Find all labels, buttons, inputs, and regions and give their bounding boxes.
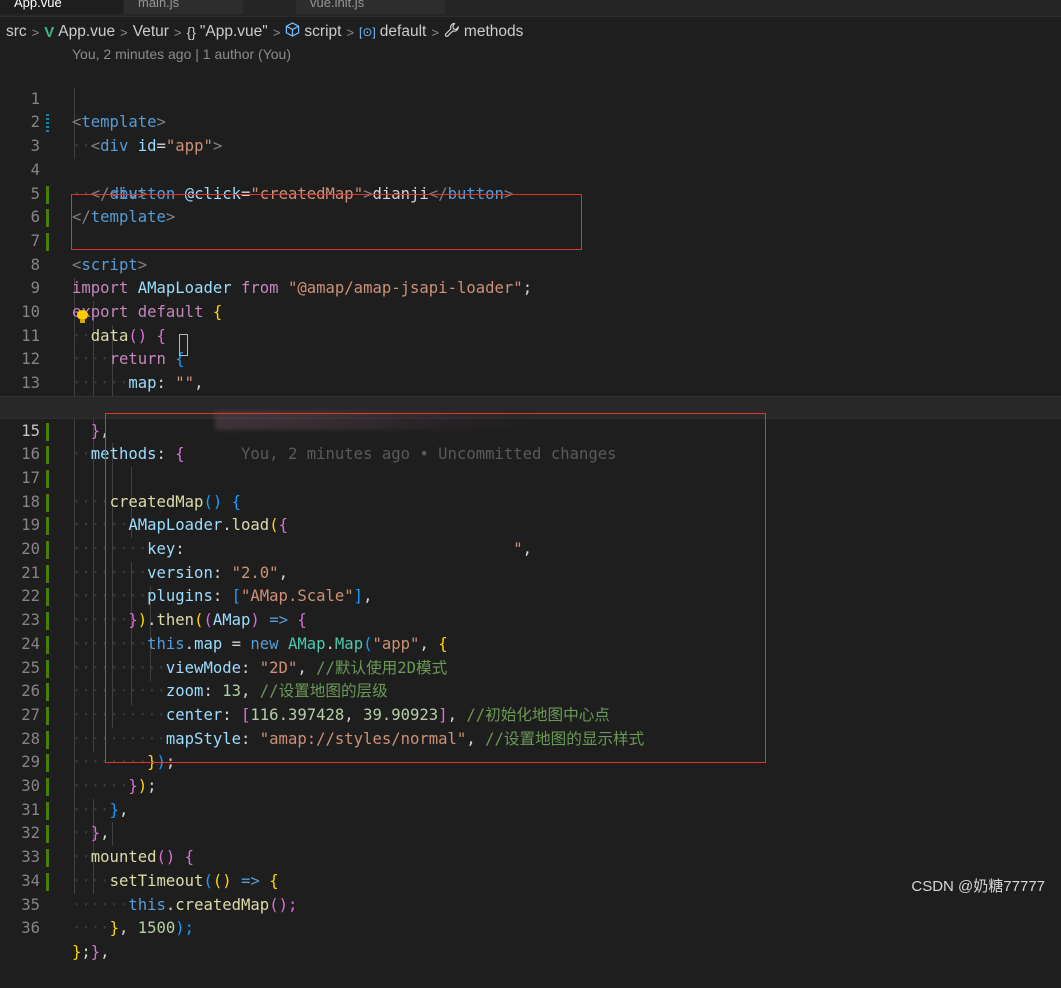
- gutter-added-indicator[interactable]: [46, 683, 49, 702]
- chevron-right-icon: >: [431, 24, 439, 40]
- gutter-added-indicator[interactable]: [46, 801, 49, 820]
- breadcrumb-item-script[interactable]: script: [304, 23, 341, 41]
- gutter-added-indicator[interactable]: [46, 635, 49, 654]
- code-line-16: 16 ····createdMap() {: [0, 420, 1061, 511]
- code-line-1: 1 <template>: [0, 64, 1061, 132]
- code-line-11: 11 ····return {: [0, 301, 1061, 369]
- gutter-added-indicator[interactable]: [46, 754, 49, 773]
- gutter-added-indicator[interactable]: [46, 469, 49, 488]
- chevron-right-icon: >: [173, 24, 182, 40]
- code-line-9: 9 export default {: [0, 254, 1061, 321]
- chevron-right-icon: >: [120, 24, 128, 40]
- code-line-32: 32 ····setTimeout(() => {: [0, 799, 1061, 890]
- cube-icon: [285, 22, 300, 42]
- code-editor[interactable]: 1 <template> 2 ··<div id="app"> 3 ····<b…: [0, 64, 1061, 961]
- gutter-added-indicator[interactable]: [46, 209, 49, 228]
- chevron-right-icon: >: [346, 24, 355, 40]
- code-line-22: 22 ········this.map = new AMap.Map("app"…: [0, 562, 1061, 653]
- code-line-7: 7 import AMapLoader from "@amap/amap-jsa…: [0, 206, 1061, 297]
- chevron-right-icon: >: [31, 24, 40, 40]
- code-line-15-current: 15 ··methods: { You, 2 minutes ago • Unc…: [0, 395, 1061, 463]
- code-line-24: 24 ··········zoom: 13, //设置地图的层级: [0, 609, 1061, 700]
- gutter-added-indicator[interactable]: [46, 422, 49, 441]
- watermark: CSDN @奶糖77777: [911, 878, 1045, 895]
- code-line-5: 5 </template>: [0, 159, 1061, 227]
- code-line-30: 30 ··},: [0, 751, 1061, 842]
- code-line-21: 21 ······}).then((AMap) => {: [0, 538, 1061, 629]
- code-line-31: 31 ··mounted() {: [0, 775, 1061, 866]
- bracket-module-icon: [⊙]: [359, 25, 376, 39]
- code-line-18: 18 ········key: ",: [0, 467, 1061, 558]
- breadcrumb-item-vetur[interactable]: Vetur: [133, 23, 169, 41]
- codelens-blame[interactable]: You, 2 minutes ago | 1 author (You): [72, 46, 291, 62]
- code-line-26: 26 ··········mapStyle: "amap://styles/no…: [0, 657, 1061, 748]
- code-line-36: 36 };: [0, 894, 1061, 961]
- code-line-33: 33 ······this.createdMap();: [0, 822, 1061, 914]
- code-line-23: 23 ··········viewMode: "2D", //默认使用2D模式: [0, 585, 1061, 677]
- code-line-27: 27 ········});: [0, 680, 1061, 771]
- code-line-35: 35 ··},: [0, 870, 1061, 961]
- braces-icon: {}: [186, 24, 196, 40]
- breadcrumb: src > V App.vue > Vetur > {} "App.vue" >…: [6, 21, 523, 43]
- code-text: };: [72, 942, 91, 961]
- breadcrumb-item-methods[interactable]: methods: [464, 23, 523, 41]
- gutter-added-indicator[interactable]: [46, 588, 49, 607]
- editor-tab-bar: App.vue main.js vue.init.js: [0, 0, 1061, 17]
- breadcrumb-item-app-vue-module[interactable]: "App.vue": [200, 23, 268, 41]
- code-line-10: 10 ··data() {: [0, 277, 1061, 345]
- gutter-added-indicator[interactable]: [46, 849, 49, 868]
- gutter-added-indicator[interactable]: [46, 517, 49, 536]
- line-number: 36: [21, 919, 40, 938]
- code-line-14: 14 },: [0, 372, 1061, 440]
- gutter-added-indicator[interactable]: [46, 493, 49, 512]
- code-line-34: 34 ····}, 1500);: [0, 846, 1061, 937]
- breadcrumb-item-app-vue[interactable]: App.vue: [58, 23, 115, 41]
- gutter-added-indicator[interactable]: [46, 659, 49, 678]
- gutter-added-indicator[interactable]: [46, 232, 49, 251]
- wrench-icon: [444, 22, 460, 43]
- chevron-right-icon: >: [272, 24, 281, 40]
- gutter-added-indicator[interactable]: [46, 778, 49, 796]
- code-line-19: 19 ········version: "2.0",: [0, 491, 1061, 582]
- code-line-29: 29 ····},: [0, 728, 1061, 819]
- tab-app-vue[interactable]: App.vue: [0, 0, 124, 14]
- code-text: ····}, 1500);: [72, 919, 195, 938]
- code-line-20: 20 ········plugins: ["AMap.Scale"],: [0, 514, 1061, 605]
- code-line-12: 12 ······map: "",: [0, 325, 1061, 392]
- gutter-added-indicator[interactable]: [46, 706, 49, 725]
- gutter-added-indicator[interactable]: [46, 825, 49, 844]
- redacted-key-blur: [215, 411, 527, 430]
- gutter-added-indicator[interactable]: [46, 541, 49, 559]
- breadcrumb-item-default[interactable]: default: [380, 23, 427, 41]
- tab-main-js[interactable]: main.js: [124, 0, 244, 14]
- gutter-modified-indicator[interactable]: [46, 114, 49, 133]
- gutter-added-indicator[interactable]: [46, 730, 49, 749]
- code-line-3: 3 ····<button @click="createdMap">dianji…: [0, 111, 1061, 203]
- code-line-4: 4 ··</div>: [0, 135, 1061, 203]
- gutter-added-indicator[interactable]: [46, 564, 49, 583]
- breadcrumb-item-src[interactable]: src: [6, 23, 27, 41]
- gutter-added-indicator[interactable]: [46, 446, 49, 465]
- code-line-2: 2 ··<div id="app">: [0, 88, 1061, 155]
- tab-vue-init-js[interactable]: vue.init.js: [296, 0, 446, 14]
- vue-icon: V: [44, 23, 55, 41]
- gutter-added-indicator[interactable]: [46, 612, 49, 631]
- lightbulb-icon[interactable]: [77, 310, 88, 324]
- code-line-17: 17 ······AMapLoader.load({: [0, 443, 1061, 534]
- text-cursor: [179, 334, 188, 356]
- code-line-13: 13 ····};: [0, 348, 1061, 416]
- code-line-25: 25 ··········center: [116.397428, 39.909…: [0, 633, 1061, 724]
- gutter-added-indicator[interactable]: [46, 872, 49, 891]
- code-line-6: 6 <script>: [0, 183, 1061, 274]
- code-line-28: 28 ······});: [0, 704, 1061, 795]
- code-line-8: 8: [0, 230, 1061, 274]
- gutter-added-indicator[interactable]: [46, 185, 49, 204]
